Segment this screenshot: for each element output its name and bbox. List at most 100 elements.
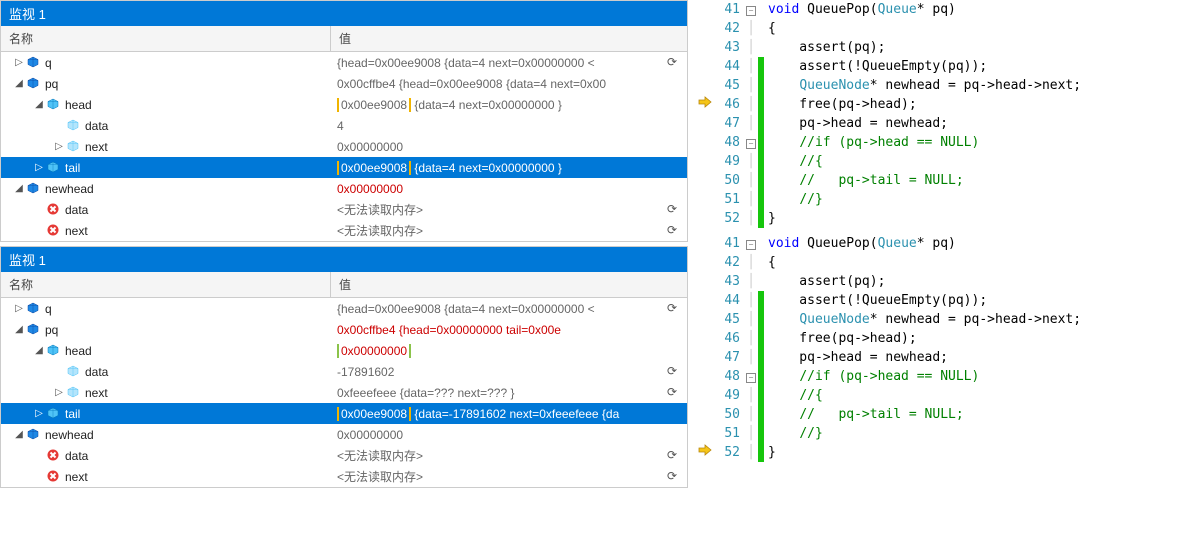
code-line[interactable]: //if (pq->head == NULL) <box>768 133 1176 152</box>
expand-toggle[interactable]: ◢ <box>13 183 25 194</box>
code-line[interactable]: void QueuePop(Queue* pq) <box>768 234 1176 253</box>
var-value: 0x00ee9008 {data=4 next=0x00000000 } <box>337 161 562 175</box>
refresh-icon[interactable] <box>667 223 681 237</box>
code-line[interactable]: free(pq->head); <box>768 95 1176 114</box>
expand-toggle[interactable]: ◢ <box>13 78 25 89</box>
code-line[interactable]: { <box>768 253 1176 272</box>
line-gutter: 414243444546474849505152 <box>716 234 744 462</box>
line-number: 52 <box>716 443 740 462</box>
var-name: next <box>85 140 108 154</box>
code-line[interactable]: //} <box>768 424 1176 443</box>
col-value-header[interactable]: 值 <box>331 272 687 297</box>
watch-row[interactable]: ▷tail0x00ee9008 {data=4 next=0x00000000 … <box>1 157 687 178</box>
watch-row[interactable]: data-17891602 <box>1 361 687 382</box>
var-value: <无法读取内存> <box>337 468 423 485</box>
line-number: 50 <box>716 171 740 190</box>
watch-row[interactable]: next<无法读取内存> <box>1 220 687 241</box>
code-line[interactable]: assert(!QueueEmpty(pq)); <box>768 291 1176 310</box>
fold-toggle[interactable]: − <box>746 139 756 149</box>
expand-toggle[interactable]: ◢ <box>33 99 45 110</box>
code-text[interactable]: void QueuePop(Queue* pq){ assert(pq); as… <box>764 0 1176 228</box>
code-line[interactable]: pq->head = newhead; <box>768 348 1176 367</box>
expand-toggle[interactable]: ◢ <box>13 429 25 440</box>
code-line[interactable]: assert(pq); <box>768 38 1176 57</box>
code-text[interactable]: void QueuePop(Queue* pq){ assert(pq); as… <box>764 234 1176 462</box>
refresh-icon[interactable] <box>667 448 681 462</box>
fold-gutter: −││││││−││││ <box>744 0 758 228</box>
expand-toggle[interactable]: ▷ <box>33 408 45 419</box>
code-line[interactable]: } <box>768 209 1176 228</box>
code-line[interactable]: { <box>768 19 1176 38</box>
code-line[interactable]: } <box>768 443 1176 462</box>
var-name: data <box>65 449 88 463</box>
refresh-icon[interactable] <box>667 202 681 216</box>
line-number: 49 <box>716 386 740 405</box>
var-value: <无法读取内存> <box>337 447 423 464</box>
watch-row[interactable]: ▷q{head=0x00ee9008 {data=4 next=0x000000… <box>1 52 687 73</box>
var-value: 0x00000000 <box>337 344 411 358</box>
fold-toggle[interactable]: − <box>746 240 756 250</box>
expand-toggle[interactable]: ◢ <box>13 324 25 335</box>
watch-row[interactable]: ◢newhead0x00000000 <box>1 424 687 445</box>
expand-toggle[interactable]: ▷ <box>53 141 65 152</box>
watch-row[interactable]: ◢pq0x00cffbe4 {head=0x00000000 tail=0x00… <box>1 319 687 340</box>
var-value: <无法读取内存> <box>337 222 423 239</box>
code-line[interactable]: //} <box>768 190 1176 209</box>
watch-row[interactable]: data <无法读取内存> <box>1 445 687 466</box>
watch-row[interactable]: ◢head0x00000000 <box>1 340 687 361</box>
watch-row[interactable]: next<无法读取内存> <box>1 466 687 487</box>
watch-header: 名称值 <box>1 272 687 298</box>
code-line[interactable]: // pq->tail = NULL; <box>768 171 1176 190</box>
code-line[interactable]: void QueuePop(Queue* pq) <box>768 0 1176 19</box>
watch-row[interactable]: ◢newhead0x00000000 <box>1 178 687 199</box>
var-name: head <box>65 98 92 112</box>
var-name: tail <box>65 407 80 421</box>
watch-row[interactable]: ▷q{head=0x00ee9008 {data=4 next=0x000000… <box>1 298 687 319</box>
fold-toggle[interactable]: − <box>746 373 756 383</box>
expand-toggle[interactable]: ▷ <box>33 162 45 173</box>
expand-toggle[interactable]: ▷ <box>13 303 25 314</box>
code-line[interactable]: // pq->tail = NULL; <box>768 405 1176 424</box>
code-editor-1: 414243444546474849505152−││││││−││││void… <box>696 0 1176 228</box>
line-number: 42 <box>716 19 740 38</box>
var-icon <box>27 323 41 337</box>
watch-row[interactable]: ◢head0x00ee9008 {data=4 next=0x00000000 … <box>1 94 687 115</box>
line-number: 50 <box>716 405 740 424</box>
fold-toggle[interactable]: − <box>746 6 756 16</box>
var-value: 0x00000000 <box>337 428 403 442</box>
line-number: 46 <box>716 329 740 348</box>
refresh-icon[interactable] <box>667 385 681 399</box>
code-line[interactable]: QueueNode* newhead = pq->head->next; <box>768 310 1176 329</box>
watch-row[interactable]: ▷next0xfeeefeee {data=??? next=??? } <box>1 382 687 403</box>
code-line[interactable]: //{ <box>768 152 1176 171</box>
code-line[interactable]: QueueNode* newhead = pq->head->next; <box>768 76 1176 95</box>
refresh-icon[interactable] <box>667 469 681 483</box>
var-value: 0xfeeefeee {data=??? next=??? } <box>337 386 515 400</box>
code-line[interactable]: //{ <box>768 386 1176 405</box>
watch-window-2: 监视 1名称值▷q{head=0x00ee9008 {data=4 next=0… <box>0 246 688 488</box>
var-icon <box>67 365 81 379</box>
watch-row[interactable]: data4 <box>1 115 687 136</box>
col-name-header[interactable]: 名称 <box>1 26 331 51</box>
code-line[interactable]: free(pq->head); <box>768 329 1176 348</box>
watch-row[interactable]: data<无法读取内存> <box>1 199 687 220</box>
expand-toggle[interactable]: ▷ <box>13 57 25 68</box>
col-value-header[interactable]: 值 <box>331 26 687 51</box>
watch-window-1: 监视 1名称值▷q{head=0x00ee9008 {data=4 next=0… <box>0 0 688 242</box>
refresh-icon[interactable] <box>667 55 681 69</box>
col-name-header[interactable]: 名称 <box>1 272 331 297</box>
expand-toggle[interactable]: ◢ <box>33 345 45 356</box>
refresh-icon[interactable] <box>667 301 681 315</box>
code-line[interactable]: assert(!QueueEmpty(pq)); <box>768 57 1176 76</box>
code-line[interactable]: assert(pq); <box>768 272 1176 291</box>
line-number: 51 <box>716 424 740 443</box>
code-line[interactable]: //if (pq->head == NULL) <box>768 367 1176 386</box>
watch-row[interactable]: ◢pq0x00cffbe4 {head=0x00ee9008 {data=4 n… <box>1 73 687 94</box>
watch-row[interactable]: ▷tail0x00ee9008 {data=-17891602 next=0xf… <box>1 403 687 424</box>
expand-toggle[interactable]: ▷ <box>53 387 65 398</box>
var-icon <box>47 470 61 484</box>
code-line[interactable]: pq->head = newhead; <box>768 114 1176 133</box>
var-icon <box>47 449 61 463</box>
watch-row[interactable]: ▷next0x00000000 <box>1 136 687 157</box>
refresh-icon[interactable] <box>667 364 681 378</box>
